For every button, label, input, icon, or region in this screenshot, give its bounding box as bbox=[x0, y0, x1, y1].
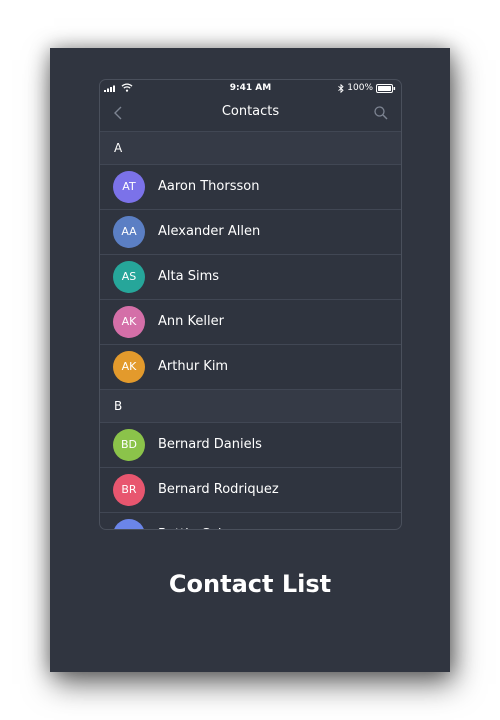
avatar: AS bbox=[113, 261, 145, 293]
page-title: Contacts bbox=[221, 104, 280, 119]
contact-name: Arthur Kim bbox=[158, 359, 229, 374]
contact-name: Alexander Allen bbox=[158, 224, 261, 239]
avatar: BD bbox=[113, 429, 145, 461]
contact-row[interactable]: AA Alexander Allen bbox=[100, 210, 401, 255]
contact-row[interactable]: BR Bernard Rodriquez bbox=[100, 468, 401, 513]
section-header: B bbox=[100, 390, 401, 423]
phone-screen: 9:41 AM 100% Contacts A AT Aaron Thorsso… bbox=[99, 79, 402, 530]
contact-row[interactable]: AT Aaron Thorsson bbox=[100, 165, 401, 210]
contact-name: Bettie Cole bbox=[158, 513, 230, 529]
battery-icon bbox=[376, 83, 396, 93]
contact-row[interactable]: BD Bernard Daniels bbox=[100, 423, 401, 468]
avatar: AK bbox=[113, 306, 145, 338]
search-button[interactable] bbox=[373, 105, 389, 121]
contact-row[interactable]: AS Alta Sims bbox=[100, 255, 401, 300]
contact-list: A AT Aaron Thorsson AA Alexander Allen AS Alta… bbox=[100, 132, 401, 529]
avatar: AA bbox=[113, 216, 145, 248]
contact-name: Alta Sims bbox=[158, 269, 220, 284]
contact-name: Bernard Daniels bbox=[158, 437, 262, 452]
contact-row[interactable]: AK Arthur Kim bbox=[100, 345, 401, 390]
contact-row[interactable]: AK Ann Keller bbox=[100, 300, 401, 345]
search-icon bbox=[374, 106, 388, 120]
status-right: 100% bbox=[338, 83, 396, 93]
avatar: BR bbox=[113, 474, 145, 506]
contact-name: Ann Keller bbox=[158, 314, 224, 329]
status-bar: 9:41 AM 100% bbox=[100, 80, 401, 96]
caption-title: Contact List bbox=[168, 570, 332, 598]
avatar: BC bbox=[113, 519, 145, 529]
avatar: AK bbox=[113, 351, 145, 383]
contact-name: Aaron Thorsson bbox=[158, 179, 260, 194]
contact-name: Bernard Rodriquez bbox=[158, 482, 279, 497]
avatar: AT bbox=[113, 171, 145, 203]
bluetooth-icon bbox=[338, 83, 344, 93]
section-header: A bbox=[100, 132, 401, 165]
contact-row[interactable]: BC Bettie Cole bbox=[100, 513, 401, 529]
battery-percent: 100% bbox=[347, 83, 373, 93]
showcase-card: 9:41 AM 100% Contacts A AT Aaron Thorsso… bbox=[50, 48, 450, 672]
nav-bar: Contacts bbox=[100, 96, 401, 132]
